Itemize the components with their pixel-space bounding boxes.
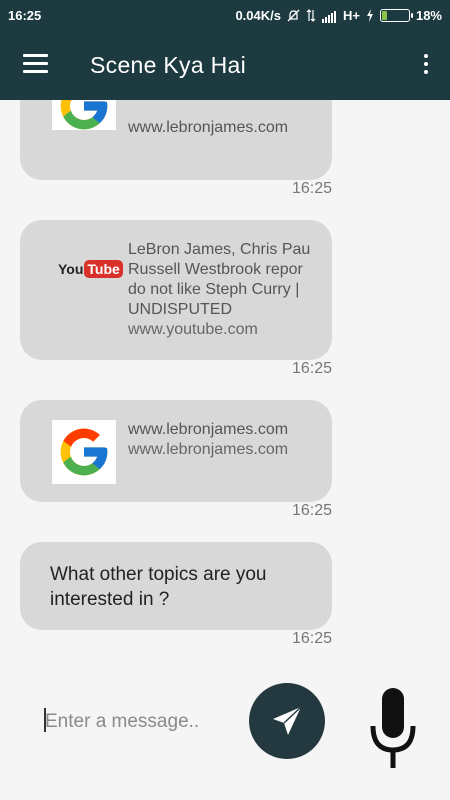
status-time: 16:25	[8, 8, 42, 23]
message-text: What other topics are you interested in …	[50, 562, 320, 612]
message-timestamp: 16:25	[291, 360, 332, 377]
link-text-block: www.lebronjames.com www.lebronjames.com	[128, 420, 314, 460]
link-domain: www.lebronjames.com	[128, 441, 289, 458]
link-title: LeBron James, Chris Pau Russell Westbroo…	[128, 240, 314, 340]
message-input[interactable]	[45, 708, 235, 736]
mute-bell-icon	[287, 9, 300, 22]
link-thumbnail	[52, 100, 116, 130]
battery-percent: 18%	[415, 8, 442, 23]
link-thumbnail	[52, 420, 116, 484]
mic-button[interactable]	[370, 688, 416, 770]
link-title-line: do not like Steph Curry |	[128, 281, 300, 298]
microphone-icon	[370, 688, 416, 768]
message-timestamp: 16:25	[291, 502, 332, 519]
link-domain: www.youtube.com	[128, 321, 258, 338]
link-title: www.lebronjames.com	[128, 421, 289, 438]
link-domain: www.lebronjames.com	[128, 119, 289, 136]
message-timestamp: 16:25	[291, 180, 332, 197]
battery-icon	[379, 9, 413, 22]
youtube-icon: You Tube	[58, 260, 123, 278]
link-title-line: UNDISPUTED	[128, 301, 233, 318]
message-text-line: interested in ?	[50, 589, 170, 610]
link-title-line: LeBron James, Chris Pau	[128, 241, 311, 258]
google-g-icon	[60, 100, 108, 130]
network-speed: 0.04K/s	[235, 8, 281, 23]
app-title: Scene Kya Hai	[90, 52, 247, 78]
link-message-bubble[interactable]: www.lebronjames.com	[20, 100, 332, 180]
message-list[interactable]: www.lebronjames.com 16:25 You Tube LeBron…	[0, 100, 450, 670]
link-title-line: Russell Westbrook repor	[128, 261, 303, 278]
google-g-icon	[60, 428, 108, 476]
send-button[interactable]	[249, 683, 325, 759]
send-icon	[273, 706, 302, 735]
network-type: H+	[342, 8, 360, 23]
text-message-bubble[interactable]: What other topics are you interested in …	[20, 542, 332, 630]
signal-icon	[321, 8, 337, 23]
charging-icon	[366, 9, 373, 22]
app-bar: Scene Kya Hai	[0, 32, 450, 100]
hamburger-menu-icon[interactable]	[23, 54, 48, 74]
status-indicators: 0.04K/s H+ 18%	[235, 8, 442, 23]
data-arrows-icon	[306, 9, 316, 22]
status-bar: 16:25 0.04K/s H+ 18%	[0, 0, 450, 32]
more-vertical-icon[interactable]	[422, 54, 430, 78]
message-text-line: What other topics are you	[50, 564, 267, 585]
link-message-bubble[interactable]: You Tube LeBron James, Chris Pau Russell …	[20, 220, 332, 360]
message-timestamp: 16:25	[291, 630, 332, 647]
link-message-bubble[interactable]: www.lebronjames.com www.lebronjames.com	[20, 400, 332, 502]
composer	[0, 670, 450, 800]
